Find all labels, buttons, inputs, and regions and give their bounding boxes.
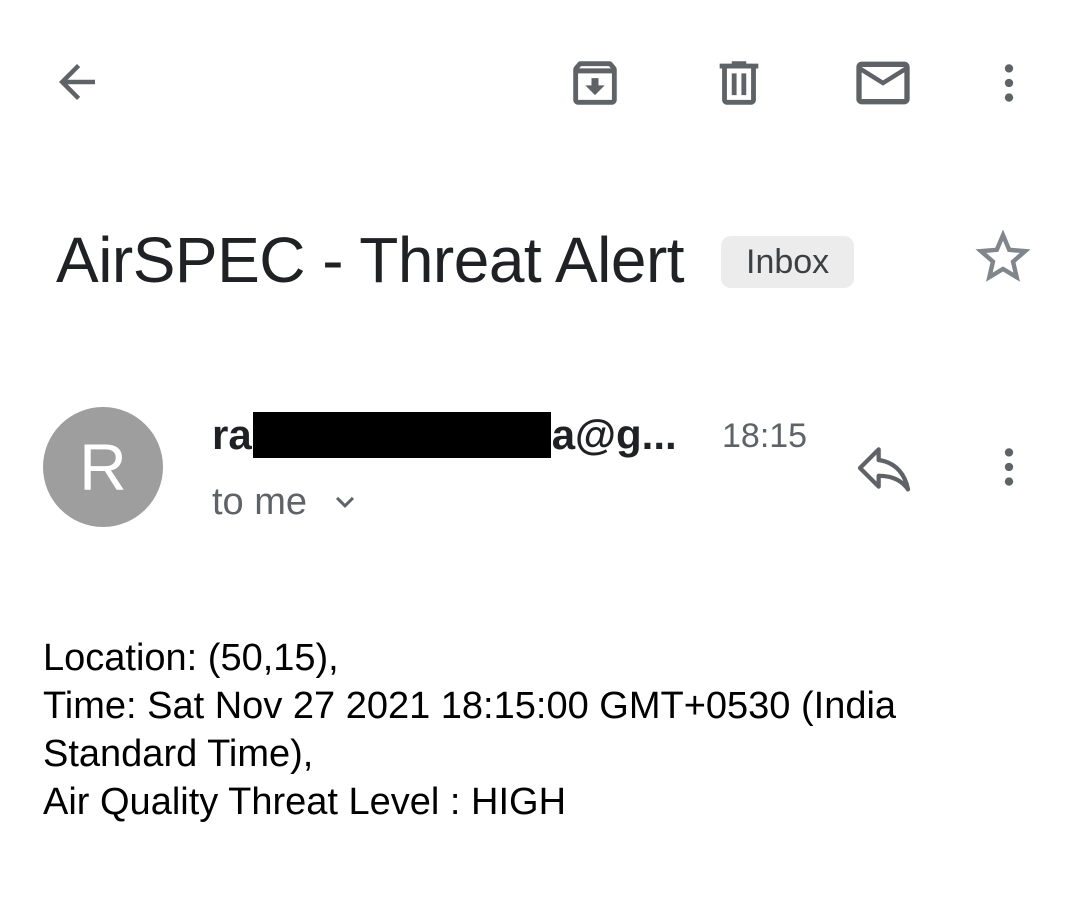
message-body: Location: (50,15), Time: Sat Nov 27 2021… [43,634,1033,826]
back-button[interactable] [40,50,114,114]
email-subject: AirSPEC - Threat Alert [56,224,685,296]
envelope-icon [856,61,910,105]
recipient-details-toggle[interactable]: to me [212,478,363,526]
message-time: 18:15 [722,417,808,455]
sender-suffix: a@g... [551,411,677,458]
more-options-button[interactable] [984,50,1034,116]
sender-prefix: ra [212,411,252,458]
redaction-block [252,412,551,458]
star-outline-icon [975,229,1031,282]
body-line-time: Time: Sat Nov 27 2021 18:15:00 GMT+0530 … [43,685,897,727]
trash-icon [719,61,759,105]
chevron-down-icon [327,484,363,520]
delete-button[interactable] [705,50,773,116]
email-view: AirSPEC - Threat Alert Inbox R ra a@g...… [0,0,1069,897]
archive-icon [573,61,617,105]
star-button[interactable] [968,224,1038,290]
sender-name[interactable]: ra a@g... [212,408,677,462]
body-line-location: Location: (50,15), [43,637,339,679]
more-vert-icon [1004,448,1014,486]
reply-button[interactable] [850,436,918,500]
sender-avatar[interactable]: R [43,407,163,527]
archive-button[interactable] [560,50,630,116]
recipient-text: to me [212,481,308,523]
message-more-button[interactable] [984,434,1034,500]
arrow-left-icon [59,64,95,100]
inbox-label-chip[interactable]: Inbox [721,236,855,288]
mark-unread-button[interactable] [846,50,920,116]
more-vert-icon [1004,64,1014,102]
body-line-threat-level: Air Quality Threat Level : HIGH [43,781,567,823]
body-line-time-continued: Standard Time), [43,733,314,775]
reply-icon [857,447,911,492]
